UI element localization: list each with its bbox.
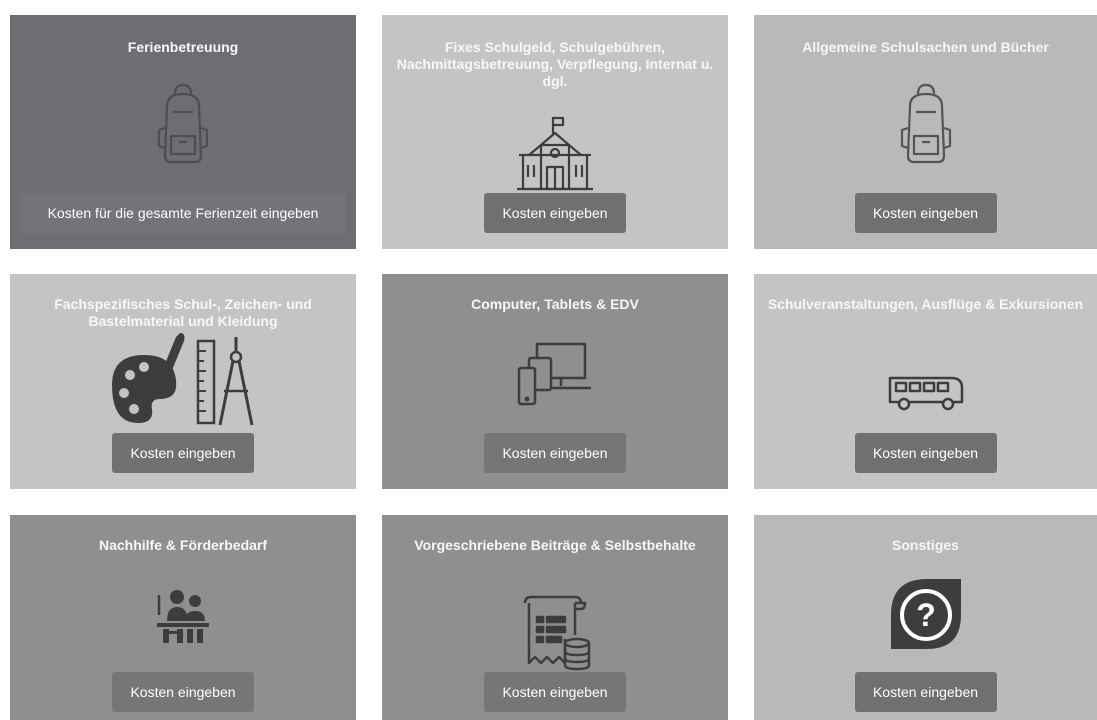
- enter-costs-button[interactable]: Kosten eingeben: [854, 433, 997, 473]
- enter-costs-button[interactable]: Kosten eingeben: [854, 672, 997, 712]
- enter-costs-button[interactable]: Kosten eingeben: [484, 433, 626, 473]
- card-schulgeld[interactable]: Fixes Schulgeld, Schulgebühren, Nachmitt…: [382, 15, 728, 249]
- invoice-coins-icon: [515, 595, 595, 678]
- enter-costs-button[interactable]: Kosten für die gesamte Ferienzeit eingeb…: [20, 193, 346, 233]
- card-title: Vorgeschriebene Beiträge & Selbstbehalte: [414, 537, 696, 553]
- card-fachspezifisch[interactable]: Fachspezifisches Schul-, Zeichen- und Ba…: [10, 274, 356, 489]
- palette-ruler-compass-icon: [108, 327, 258, 432]
- enter-costs-button[interactable]: Kosten eingeben: [484, 193, 626, 233]
- bus-icon: [886, 374, 966, 417]
- card-schulsachen[interactable]: Allgemeine Schulsachen und Bücher Kosten…: [754, 15, 1097, 249]
- card-title: Computer, Tablets & EDV: [471, 296, 639, 312]
- svg-text:?: ?: [916, 597, 936, 633]
- card-nachhilfe[interactable]: Nachhilfe & Förderbedarf Kosten eingeben: [10, 515, 356, 720]
- card-ferienbetreuung[interactable]: Ferienbetreuung Kosten für die gesamte F…: [10, 15, 356, 249]
- card-computer[interactable]: Computer, Tablets & EDV Kosten eingeben: [382, 274, 728, 489]
- cost-category-grid: Ferienbetreuung Kosten für die gesamte F…: [0, 0, 1097, 720]
- school-building-icon: [515, 115, 595, 196]
- card-sonstiges[interactable]: Sonstiges ? Kosten eingeben: [754, 515, 1097, 720]
- card-title: Sonstiges: [892, 537, 959, 553]
- backpack-icon: [896, 82, 956, 173]
- card-title: Schulveranstaltungen, Ausflüge & Exkursi…: [767, 296, 1084, 312]
- question-mark-icon: ?: [889, 577, 963, 658]
- devices-icon: [517, 342, 593, 413]
- tutoring-icon: [155, 587, 211, 648]
- card-title: Ferienbetreuung: [127, 39, 239, 55]
- card-title: Allgemeine Schulsachen und Bücher: [802, 39, 1049, 55]
- enter-costs-button[interactable]: Kosten eingeben: [112, 433, 254, 473]
- card-title: Fixes Schulgeld, Schulgebühren, Nachmitt…: [396, 39, 714, 89]
- backpack-icon: [153, 82, 213, 173]
- card-title: Nachhilfe & Förderbedarf: [98, 537, 268, 553]
- card-title: Fachspezifisches Schul-, Zeichen- und Ba…: [54, 296, 312, 329]
- enter-costs-button[interactable]: Kosten eingeben: [854, 193, 997, 233]
- enter-costs-button[interactable]: Kosten eingeben: [484, 672, 626, 712]
- enter-costs-button[interactable]: Kosten eingeben: [112, 672, 254, 712]
- card-schulveranstaltungen[interactable]: Schulveranstaltungen, Ausflüge & Exkursi…: [754, 274, 1097, 489]
- card-beitraege[interactable]: Vorgeschriebene Beiträge & Selbstbehalte…: [382, 515, 728, 720]
